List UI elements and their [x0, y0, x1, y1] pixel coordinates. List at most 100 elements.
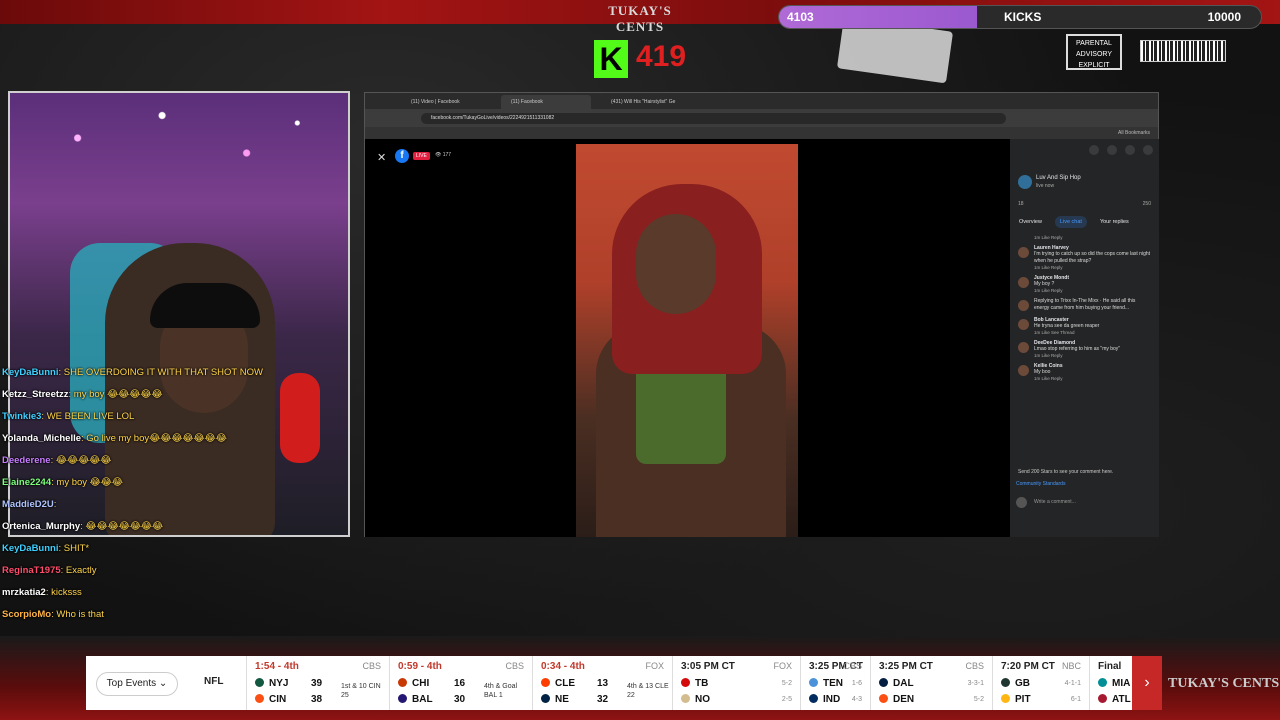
commenter-avatar[interactable] [1018, 277, 1029, 288]
ticker-panel: Top Events ⌄ NFL 1:54 - 4th CBS NYJ CIN 39 38… [86, 656, 1162, 710]
game-card[interactable]: 0:59 - 4th CBS CHI BAL 16 30 4th & Goal BAL 1 [389, 656, 532, 710]
profile-avatar[interactable] [1143, 145, 1153, 155]
url-field[interactable]: facebook.com/TukayGoLive/videos/22249215… [421, 113, 1006, 124]
comment-actions[interactable]: 1m Like Reply [1034, 353, 1152, 358]
live-chat-sidebar: Luv And Sip Hop live now 18 250 Overview… [1010, 139, 1159, 537]
comment-item: Justyce Mondt My boy ? 1m Like Reply [1016, 275, 1152, 293]
chat-username: Ortenica_Murphy [2, 521, 81, 532]
game-card[interactable]: 3:25 PM CT CBS DAL DEN 3-3-1 5-2 [870, 656, 992, 710]
game-time: 0:59 - 4th [398, 661, 442, 672]
team-1: CHI [398, 678, 429, 689]
comment-actions[interactable]: 1m Like Reply [1034, 288, 1152, 293]
page-name[interactable]: Luv And Sip Hop [1036, 175, 1081, 181]
community-standards-link[interactable]: Community Standards [1016, 481, 1065, 487]
comment-text: He tryna see da green reaper [1034, 323, 1100, 329]
comment-text: My boo [1034, 369, 1051, 375]
chat-text: : my boy 😂😂😂😂😂 [68, 389, 163, 400]
notifications-icon[interactable] [1125, 145, 1135, 155]
comment-text: Replying to Trixx In-The Mixx · He said … [1034, 298, 1136, 311]
tab-facebook[interactable]: (11) Facebook [501, 95, 591, 109]
chat-message: KeyDaBunni: SHE OVERDOING IT WITH THAT S… [0, 366, 360, 388]
chat-text: : kicksss [45, 587, 82, 598]
team-2-record: 5-2 [973, 696, 984, 703]
team-logo-icon [809, 678, 818, 687]
game-time: 3:05 PM CT [681, 661, 735, 672]
tab-overview[interactable]: Overview [1014, 216, 1047, 228]
team-2: BAL [398, 694, 433, 705]
team-logo-icon [541, 694, 550, 703]
game-card[interactable]: 7:20 PM CT NBC GB PIT 4-1-1 6-1 [992, 656, 1089, 710]
team-1-record: 3-3-1 [967, 680, 984, 687]
chat-message: Yolanda_Michelle: Go live my boy😂😂😂😂😂😂😂 [0, 432, 360, 454]
chat-text: : my boy 😂😂😂 [51, 477, 123, 488]
bookmarks-bar: All Bookmarks [365, 127, 1158, 139]
comment-input[interactable]: Write a comment... [1034, 499, 1076, 505]
game-network: CBS [505, 661, 524, 671]
commenter-avatar[interactable] [1018, 342, 1029, 353]
team-logo-icon [1098, 694, 1107, 703]
team-2: PIT [1001, 694, 1031, 705]
chat-message: Twinkie3: WE BEEN LIVE LOL [0, 410, 360, 432]
comment-actions[interactable]: 1m Like Reply [1034, 265, 1152, 270]
chat-username: Deederene [2, 455, 51, 466]
game-card[interactable]: Final MIA ATL [1089, 656, 1132, 710]
team-1-record: 1-6 [851, 680, 862, 687]
kick-logo: K [594, 40, 628, 78]
tab-live-chat[interactable]: Live chat [1054, 216, 1087, 228]
comment-composer[interactable]: Write a comment... [1016, 495, 1152, 509]
commenter-avatar[interactable] [1018, 319, 1029, 330]
team-2: NO [681, 694, 710, 705]
team-1-score: 39 [311, 678, 323, 689]
team-logo-icon [809, 694, 818, 703]
tab-youtube[interactable]: (431) Will His "Hairstylist" Ge [601, 95, 701, 109]
top-events-dropdown[interactable]: Top Events ⌄ [96, 672, 178, 696]
game-time: 3:25 PM CT [879, 661, 933, 672]
game-network: CBS [843, 661, 862, 671]
game-card[interactable]: 0:34 - 4th FOX CLE NE 13 32 4th & 13 CLE 22 [532, 656, 672, 710]
facebook-icon[interactable]: f [395, 149, 409, 163]
kicks-current: 4103 [787, 10, 814, 24]
video-viewer: ✕ f LIVE 👁 177 [365, 139, 1010, 537]
team-logo-icon [1098, 678, 1107, 687]
team-1: GB [1001, 678, 1030, 689]
chat-message: Elaine2244: my boy 😂😂😂 [0, 476, 360, 498]
tab-video[interactable]: (11) Video | Facebook [401, 95, 497, 109]
team-logo-icon [398, 678, 407, 687]
game-card[interactable]: 1:54 - 4th CBS NYJ CIN 39 38 1st & 10 CIN 25 [246, 656, 389, 710]
comment-item: Kellie Coins My boo 1m Like Reply [1016, 363, 1152, 381]
chat-text: : Go live my boy😂😂😂😂😂😂😂 [81, 433, 227, 444]
team-2: IND [809, 694, 840, 705]
commenter-avatar[interactable] [1018, 300, 1029, 311]
chat-username: MaddieD2U [2, 499, 54, 510]
game-card[interactable]: 3:05 PM CT FOX TB NO 5-2 2-5 [672, 656, 800, 710]
comment-actions[interactable]: 1m Like See Thread [1034, 330, 1152, 335]
commenter-avatar[interactable] [1018, 365, 1029, 376]
commenter-avatar[interactable] [1018, 247, 1029, 258]
comment-item: Replying to Trixx In-The Mixx · He said … [1016, 298, 1152, 312]
team-1: CLE [541, 678, 575, 689]
page-status: live now [1036, 183, 1055, 189]
menu-icon[interactable] [1089, 145, 1099, 155]
comment-item: DeeDee Diamond Lmao stop referring to him… [1016, 340, 1152, 358]
all-bookmarks[interactable]: All Bookmarks [1118, 130, 1150, 136]
comment-text: My boy ? [1034, 281, 1055, 287]
team-1-record: 4-1-1 [1064, 680, 1081, 687]
comment-actions[interactable]: 1m Like Reply [1034, 376, 1152, 381]
video-frame[interactable] [576, 144, 798, 537]
chat-message: Deederene: 😂😂😂😂😂 [0, 454, 360, 476]
messenger-icon[interactable] [1107, 145, 1117, 155]
close-icon[interactable]: ✕ [377, 151, 386, 164]
chat-text: : Exactly [60, 565, 97, 576]
comment-actions[interactable]: 1m Like Reply [1034, 235, 1152, 240]
game-network: NBC [1061, 661, 1081, 671]
game-time: 7:20 PM CT [1001, 661, 1055, 672]
chat-username: ReginaT1975 [2, 565, 61, 576]
game-card[interactable]: 3:25 PM CT CBS TEN IND 1-6 4-3 [800, 656, 870, 710]
team-logo-icon [879, 694, 888, 703]
chevron-right-icon[interactable]: › [1132, 656, 1162, 710]
tab-your-replies[interactable]: Your replies [1095, 216, 1134, 228]
kicks-goal: 10000 [1207, 10, 1241, 24]
game-network: CBS [965, 661, 984, 671]
page-avatar[interactable] [1018, 175, 1032, 189]
video-subject-face [636, 214, 716, 314]
